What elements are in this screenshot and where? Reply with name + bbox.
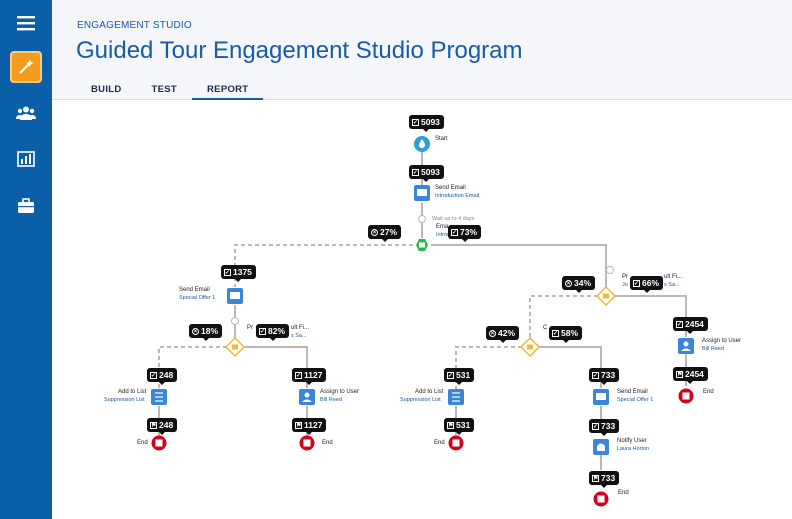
right-add-list-label[interactable]: Add to List	[415, 389, 443, 395]
left-assign-badge: ✓ 1127	[292, 368, 327, 385]
tab-bar: BUILD TEST REPORT	[76, 80, 264, 100]
right-rule-sub-prefix[interactable]: Jo	[622, 282, 628, 288]
left-assign-end-badge: ⚑ 1127	[292, 418, 327, 435]
right-assign-label[interactable]: Assign to User	[702, 338, 741, 344]
right-add-list-end-badge: ⚑ 531	[444, 418, 475, 435]
send-email-1-sub[interactable]: Introduction Email	[435, 193, 479, 199]
right-rule-sub-suffix[interactable]: s Sa...	[664, 282, 680, 288]
right-inner-yes-badge: ✓ 58%	[549, 326, 583, 343]
send-email-1-label[interactable]: Send Email	[435, 185, 466, 191]
send-email-1-badge: ✓ 5093	[409, 165, 444, 182]
right-add-list-sub[interactable]: Suppression List	[400, 397, 441, 403]
right-add-list-end-label: End	[434, 440, 445, 446]
left-add-list-label[interactable]: Add to List	[118, 389, 146, 395]
rule-1-label[interactable]: Ema	[436, 224, 448, 230]
left-assign-end-label: End	[322, 440, 333, 446]
right-inner-no-badge: × 42%	[486, 326, 520, 343]
tab-report[interactable]: REPORT	[192, 80, 264, 100]
left-add-list-badge: ✓ 248	[147, 368, 178, 385]
flow-canvas: ✓ 5093 Start ✓ 5093 Send Email Introductio…	[52, 101, 792, 519]
rule-1-no-badge: × 27%	[368, 225, 402, 242]
sidebar	[0, 0, 52, 519]
page-header: ENGAGEMENT STUDIO Guided Tour Engagement…	[52, 0, 792, 100]
notify-label[interactable]: Notify User	[617, 438, 647, 444]
left-rule-label-prefix[interactable]: Pr	[247, 325, 253, 331]
briefcase-icon[interactable]	[0, 186, 52, 226]
menu-icon[interactable]	[0, 3, 52, 43]
left-add-list-end-label: End	[137, 440, 148, 446]
people-icon[interactable]	[0, 93, 52, 133]
page-title: Guided Tour Engagement Studio Program	[76, 37, 523, 64]
bar-chart-icon[interactable]	[0, 139, 52, 179]
right-assign-end-badge: ⚑ 2454	[673, 367, 708, 384]
left-assign-label[interactable]: Assign to User	[320, 389, 359, 395]
flow-connectors	[151, 136, 694, 507]
notify-badge: ✓ 733	[589, 419, 620, 436]
left-rule-sub-suffix[interactable]: s Sa...	[291, 333, 307, 339]
right-send-email-badge: ✓ 733	[589, 368, 620, 385]
right-rule-label-prefix[interactable]: Pr	[622, 274, 628, 280]
start-label: Start	[435, 136, 448, 142]
magic-wand-icon[interactable]	[10, 51, 42, 83]
right-rule-no-badge: × 34%	[562, 276, 596, 293]
right-assign-sub[interactable]: Bill Reed	[702, 346, 724, 352]
right-rule-label-suffix[interactable]: ult Fi...	[664, 274, 682, 280]
breadcrumb[interactable]: ENGAGEMENT STUDIO	[77, 20, 192, 31]
notify-end-badge: ⚑ 733	[589, 471, 620, 488]
left-rule-no-badge: × 18%	[189, 324, 223, 341]
left-add-list-sub[interactable]: Suppression List	[104, 397, 145, 403]
left-add-list-end-badge: ⚑ 248	[147, 418, 178, 435]
tab-test[interactable]: TEST	[137, 80, 192, 100]
rule-1-yes-badge: ✓ 73%	[448, 225, 482, 242]
right-send-email-sub[interactable]: Special Offer 1	[617, 397, 653, 403]
right-send-email-label[interactable]: Send Email	[617, 389, 648, 395]
left-rule-yes-badge: ✓ 82%	[256, 324, 290, 341]
right-rule-yes-badge: ✓ 66%	[630, 276, 664, 293]
left-send-email-label[interactable]: Send Email	[179, 287, 210, 293]
right-add-list-badge: ✓ 531	[444, 368, 475, 385]
left-rule-label-suffix[interactable]: ult Fi...	[291, 325, 309, 331]
tab-build[interactable]: BUILD	[76, 80, 137, 100]
left-send-email-badge: ✓ 1375	[221, 265, 256, 282]
right-assign-end-label: End	[703, 389, 714, 395]
right-inner-label-prefix[interactable]: C	[543, 325, 547, 331]
notify-end-label: End	[618, 490, 629, 496]
notify-sub[interactable]: Laura Horton	[617, 446, 649, 452]
start-count-badge: ✓ 5093	[409, 115, 444, 132]
left-assign-sub[interactable]: Bill Reed	[320, 397, 342, 403]
right-assign-badge: ✓ 2454	[673, 317, 708, 334]
wait-1-label: Wait up to 4 days	[432, 216, 475, 222]
left-send-email-sub[interactable]: Special Offer 1	[179, 295, 215, 301]
